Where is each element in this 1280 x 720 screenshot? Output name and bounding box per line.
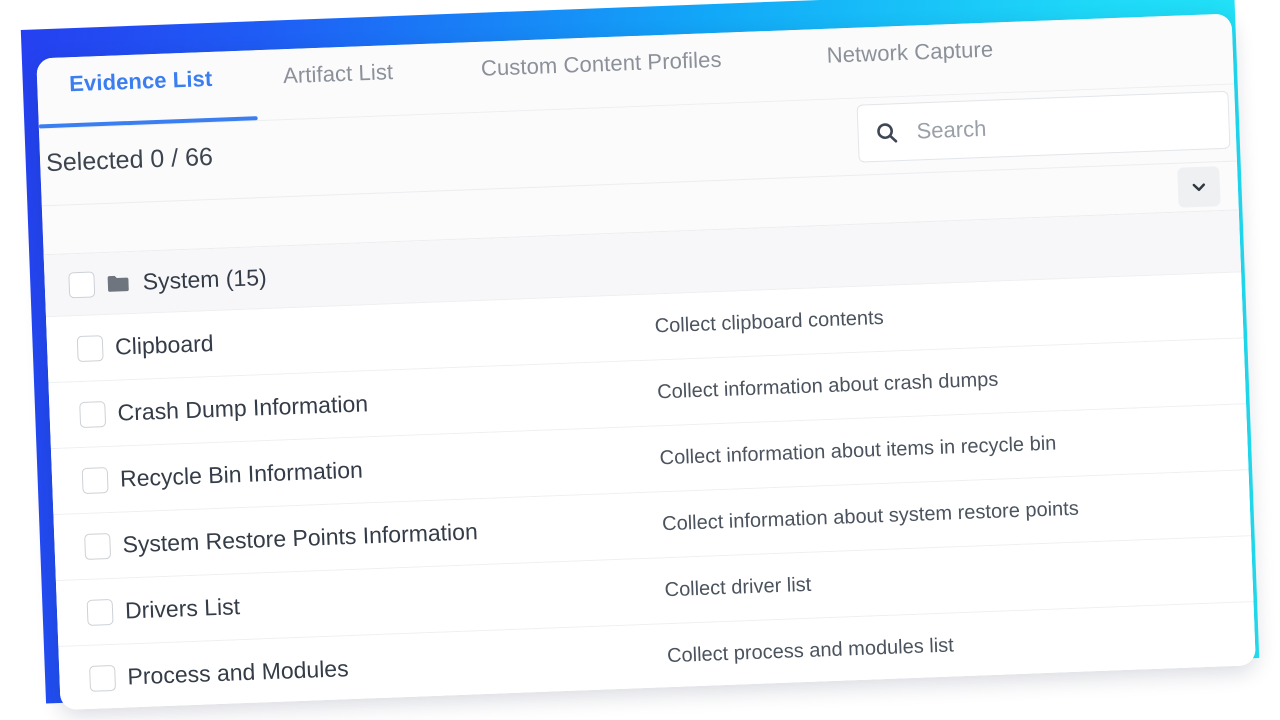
row-checkbox[interactable] (82, 467, 109, 494)
row-label: Drivers List (125, 593, 241, 624)
tab-evidence-list[interactable]: Evidence List (69, 66, 213, 97)
row-description: Collect driver list (664, 574, 811, 602)
row-description: Collect information about system restore… (662, 498, 1079, 537)
row-label: Process and Modules (127, 655, 349, 690)
row-checkbox[interactable] (77, 335, 104, 362)
evidence-list: System (15) Clipboard Collect clipboard … (44, 210, 1256, 710)
search-box[interactable] (857, 91, 1231, 163)
row-description: Collect information about crash dumps (657, 369, 999, 405)
row-label: Recycle Bin Information (120, 456, 364, 492)
group-checkbox[interactable] (68, 271, 95, 298)
selected-count-label: Selected 0 / 66 (46, 143, 214, 178)
card-rotor: Evidence List Artifact List Custom Conte… (0, 0, 1280, 720)
screen: Evidence List Artifact List Custom Conte… (0, 0, 1280, 720)
row-description: Collect information about items in recyc… (659, 432, 1056, 470)
row-checkbox[interactable] (84, 533, 111, 560)
tab-custom-content-profiles[interactable]: Custom Content Profiles (480, 47, 722, 82)
chevron-down-icon (1189, 177, 1210, 198)
tab-artifact-list[interactable]: Artifact List (283, 59, 394, 89)
folder-icon (106, 274, 129, 293)
row-description: Collect process and modules list (667, 634, 954, 668)
row-checkbox[interactable] (79, 401, 106, 428)
row-checkbox[interactable] (89, 664, 116, 691)
row-label: System Restore Points Information (122, 518, 478, 558)
search-icon (874, 120, 899, 145)
evidence-panel-card: Evidence List Artifact List Custom Conte… (36, 14, 1256, 710)
row-description: Collect clipboard contents (654, 307, 884, 339)
row-checkbox[interactable] (87, 598, 114, 625)
row-label: Clipboard (115, 330, 214, 361)
tab-network-capture[interactable]: Network Capture (826, 37, 993, 69)
row-label: Crash Dump Information (117, 390, 368, 426)
search-input[interactable] (914, 106, 1213, 145)
group-label: System (15) (142, 264, 267, 296)
row-description: Collect screen shot of application windo… (669, 697, 1045, 710)
chevron-down-button[interactable] (1177, 166, 1220, 208)
